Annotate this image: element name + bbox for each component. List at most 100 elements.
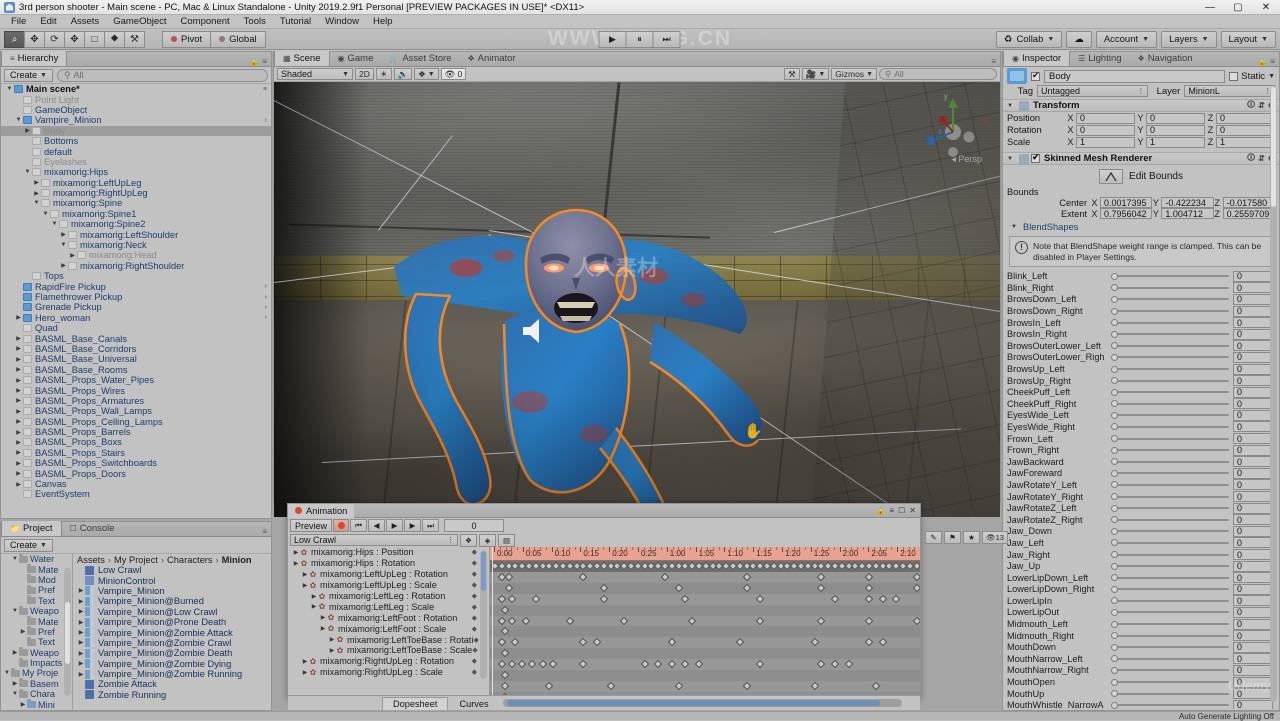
hierarchy-item[interactable]: ▶BASML_Base_Universal	[1, 354, 271, 364]
keyframe-marker[interactable]	[521, 616, 529, 624]
expand-arrow-icon[interactable]: ▼	[50, 221, 59, 227]
keyframe-marker[interactable]	[498, 638, 506, 646]
chevron-down-icon[interactable]: ▼	[1007, 103, 1015, 109]
blendshape-slider[interactable]	[1111, 561, 1229, 572]
keyframe-marker[interactable]	[640, 660, 648, 668]
asset-item[interactable]: ▶Vampire_Minion@Prone Death	[73, 617, 271, 627]
expand-arrow-icon[interactable]: ▶	[292, 549, 300, 556]
chevron-down-icon[interactable]: ▼	[1011, 224, 1019, 230]
tab-navigation[interactable]: ❖ Navigation	[1130, 51, 1201, 66]
expand-arrow-icon[interactable]: ▶	[77, 671, 85, 678]
close-button[interactable]: ✕	[1252, 0, 1280, 15]
project-folder-item[interactable]: ▼Chara	[1, 689, 72, 699]
keyframe-marker[interactable]	[518, 660, 526, 668]
transform-y-field[interactable]: 1	[1146, 137, 1205, 148]
expand-arrow-icon[interactable]: ▼	[11, 608, 19, 614]
keyframe-marker[interactable]	[756, 594, 764, 602]
rect-tool-icon[interactable]: □	[84, 31, 105, 48]
next-frame-button[interactable]: ▶	[404, 519, 421, 532]
hierarchy-item[interactable]: ▶mixamorig:LeftShoulder	[1, 229, 271, 239]
hierarchy-item[interactable]: ▼mixamorig:Spine	[1, 198, 271, 208]
expand-arrow-icon[interactable]: ▶	[77, 619, 85, 626]
dopesheet-row[interactable]	[490, 561, 920, 572]
transform-tool-icon[interactable]: ⯁	[104, 31, 125, 48]
smr-enabled-checkbox[interactable]	[1031, 154, 1040, 163]
chevron-down-icon[interactable]: ▼	[1007, 156, 1015, 162]
asset-item[interactable]: Zombie Attack	[73, 679, 271, 689]
keyframe-marker[interactable]	[606, 682, 614, 690]
hierarchy-item[interactable]: ▶BASML_Props_Wires	[1, 385, 271, 395]
scene-camera-dropdown[interactable]: 🎥▼	[802, 68, 830, 80]
transform-x-field[interactable]: 1	[1076, 137, 1135, 148]
hierarchy-item[interactable]: ▼mixamorig:Hips	[1, 167, 271, 177]
play-animation-button[interactable]: ▶	[386, 519, 403, 532]
expand-arrow-icon[interactable]: ▶	[14, 314, 23, 321]
expand-arrow-icon[interactable]: ▼	[14, 117, 23, 123]
tab-console[interactable]: ☐ Console	[62, 521, 123, 536]
hierarchy-item[interactable]: ▼mixamorig:Spine2	[1, 219, 271, 229]
blendshape-value-field[interactable]: 0	[1233, 514, 1273, 525]
keyframe-marker[interactable]	[810, 638, 818, 646]
expand-arrow-icon[interactable]: ▶	[301, 669, 309, 676]
dopesheet-row[interactable]	[490, 583, 920, 594]
keyframe-marker[interactable]	[865, 573, 873, 581]
blendshape-value-field[interactable]: 0	[1233, 526, 1273, 537]
asset-item[interactable]: ▶Vampire_Minion	[73, 586, 271, 596]
expand-arrow-icon[interactable]: ▶	[301, 582, 309, 589]
tab-scene[interactable]: ▦ Scene	[274, 51, 330, 66]
expand-arrow-icon[interactable]: ▶	[19, 628, 27, 635]
blendshape-slider[interactable]	[1111, 526, 1229, 537]
animation-property-row[interactable]: ▶✿mixamorig:RightUpLeg : Scale◆	[288, 667, 489, 678]
add-keyframe-icon[interactable]: ◆	[472, 657, 477, 665]
last-frame-button[interactable]: ⏭	[422, 519, 439, 532]
project-folder-item[interactable]: Mod	[1, 575, 72, 585]
project-folder-item[interactable]: Text	[1, 637, 72, 647]
hierarchy-item[interactable]: ▶BASML_Base_Rooms	[1, 365, 271, 375]
keyframe-marker[interactable]	[504, 584, 512, 592]
keyframe-marker[interactable]	[878, 594, 886, 602]
blendshape-slider[interactable]	[1111, 410, 1229, 421]
menu-component[interactable]: Component	[174, 15, 237, 29]
keyframe-marker[interactable]	[579, 660, 587, 668]
keyframe-marker[interactable]	[878, 638, 886, 646]
asset-rows[interactable]: Low CrawlMinionControl▶Vampire_Minion▶Va…	[73, 565, 271, 700]
animation-property-row[interactable]: ▶✿mixamorig:LeftLeg : Scale◆	[288, 601, 489, 612]
bounds-x-field[interactable]: 0.7956042	[1100, 208, 1152, 219]
expand-arrow-icon[interactable]: ▶	[77, 598, 85, 605]
hierarchy-item[interactable]: Quad	[1, 323, 271, 333]
keyframe-marker[interactable]	[912, 584, 920, 592]
keyframe-marker[interactable]	[810, 682, 818, 690]
add-keyframe-icon[interactable]: ◆	[472, 614, 477, 622]
tab-animator[interactable]: ❖ Animator	[459, 51, 523, 66]
hierarchy-item[interactable]: ▶BASML_Props_Water_Pipes	[1, 375, 271, 385]
expand-arrow-icon[interactable]: ▶	[14, 470, 23, 477]
expand-arrow-icon[interactable]: ▶	[14, 429, 23, 436]
transform-z-field[interactable]: 0	[1216, 125, 1275, 136]
bounds-y-field[interactable]: 1.004712	[1161, 208, 1213, 219]
keyframe-marker[interactable]	[504, 573, 512, 581]
animation-property-row[interactable]: ▶✿mixamorig:LeftToeBase : Scale◆	[288, 645, 489, 656]
object-name-field[interactable]: Body	[1044, 70, 1225, 83]
tab-project[interactable]: 📁 Project	[1, 521, 62, 536]
keyframe-marker[interactable]	[817, 616, 825, 624]
animation-property-row[interactable]: ▶✿mixamorig:LeftFoot : Scale◆	[288, 623, 489, 634]
blendshape-value-field[interactable]: 0	[1233, 619, 1273, 630]
animation-dopesheet[interactable]: 0:000:050:100:150:200:251:001:051:101:15…	[490, 547, 920, 695]
keyframe-marker[interactable]	[579, 573, 587, 581]
maximize-icon[interactable]: ☐	[898, 506, 905, 515]
project-folder-item[interactable]: ▶Weapo	[1, 648, 72, 658]
hierarchy-item[interactable]: ▶BASML_Props_Switchboards	[1, 458, 271, 468]
dopesheet-row[interactable]	[490, 572, 920, 583]
transform-y-field[interactable]: 0	[1146, 113, 1205, 124]
add-keyframe-icon[interactable]: ◆	[472, 548, 477, 556]
gizmos-dropdown[interactable]: Gizmos▼	[831, 68, 877, 80]
scene-lighting-icon[interactable]: ☀	[376, 68, 392, 80]
add-keyframe-icon[interactable]: ◆	[472, 625, 477, 633]
rotate-tool-icon[interactable]: ⟳	[44, 31, 65, 48]
hierarchy-item[interactable]: ▶BASML_Props_Stairs	[1, 448, 271, 458]
blendshape-value-field[interactable]: 0	[1233, 561, 1273, 572]
blendshape-slider[interactable]	[1111, 584, 1229, 595]
hierarchy-create-button[interactable]: Create ▼	[4, 69, 53, 82]
blendshape-slider[interactable]	[1111, 387, 1229, 398]
animation-property-row[interactable]: ▶✿mixamorig:LeftUpLeg : Scale◆	[288, 580, 489, 591]
